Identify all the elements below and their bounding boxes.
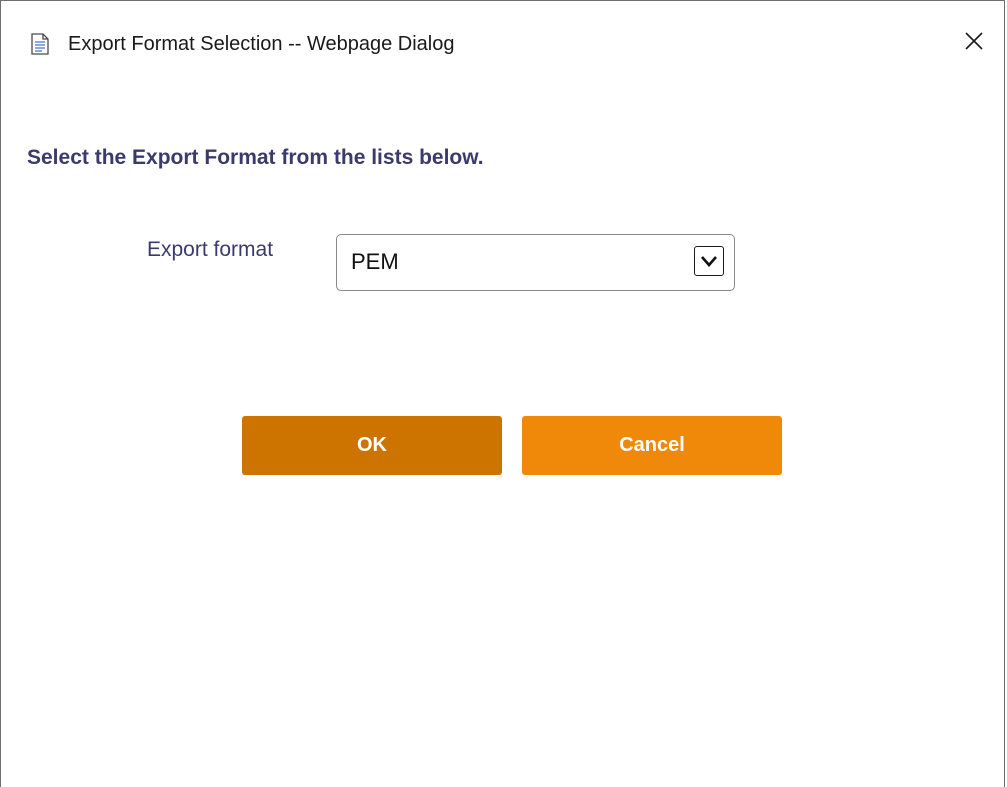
dialog-window: Export Format Selection -- Webpage Dialo…	[0, 0, 1005, 787]
dialog-heading: Select the Export Format from the lists …	[27, 146, 484, 169]
cancel-button[interactable]: Cancel	[522, 416, 782, 475]
window-title: Export Format Selection -- Webpage Dialo…	[68, 33, 455, 55]
export-format-select[interactable]: PEM	[336, 234, 735, 291]
close-icon	[964, 31, 984, 56]
export-format-selected-value: PEM	[351, 249, 399, 274]
export-format-label: Export format	[147, 238, 274, 261]
chevron-down-icon[interactable]	[694, 246, 724, 276]
document-icon	[30, 33, 50, 55]
ok-button[interactable]: OK	[242, 416, 502, 475]
title-bar: Export Format Selection -- Webpage Dialo…	[1, 1, 1004, 87]
close-button[interactable]	[944, 15, 1004, 71]
